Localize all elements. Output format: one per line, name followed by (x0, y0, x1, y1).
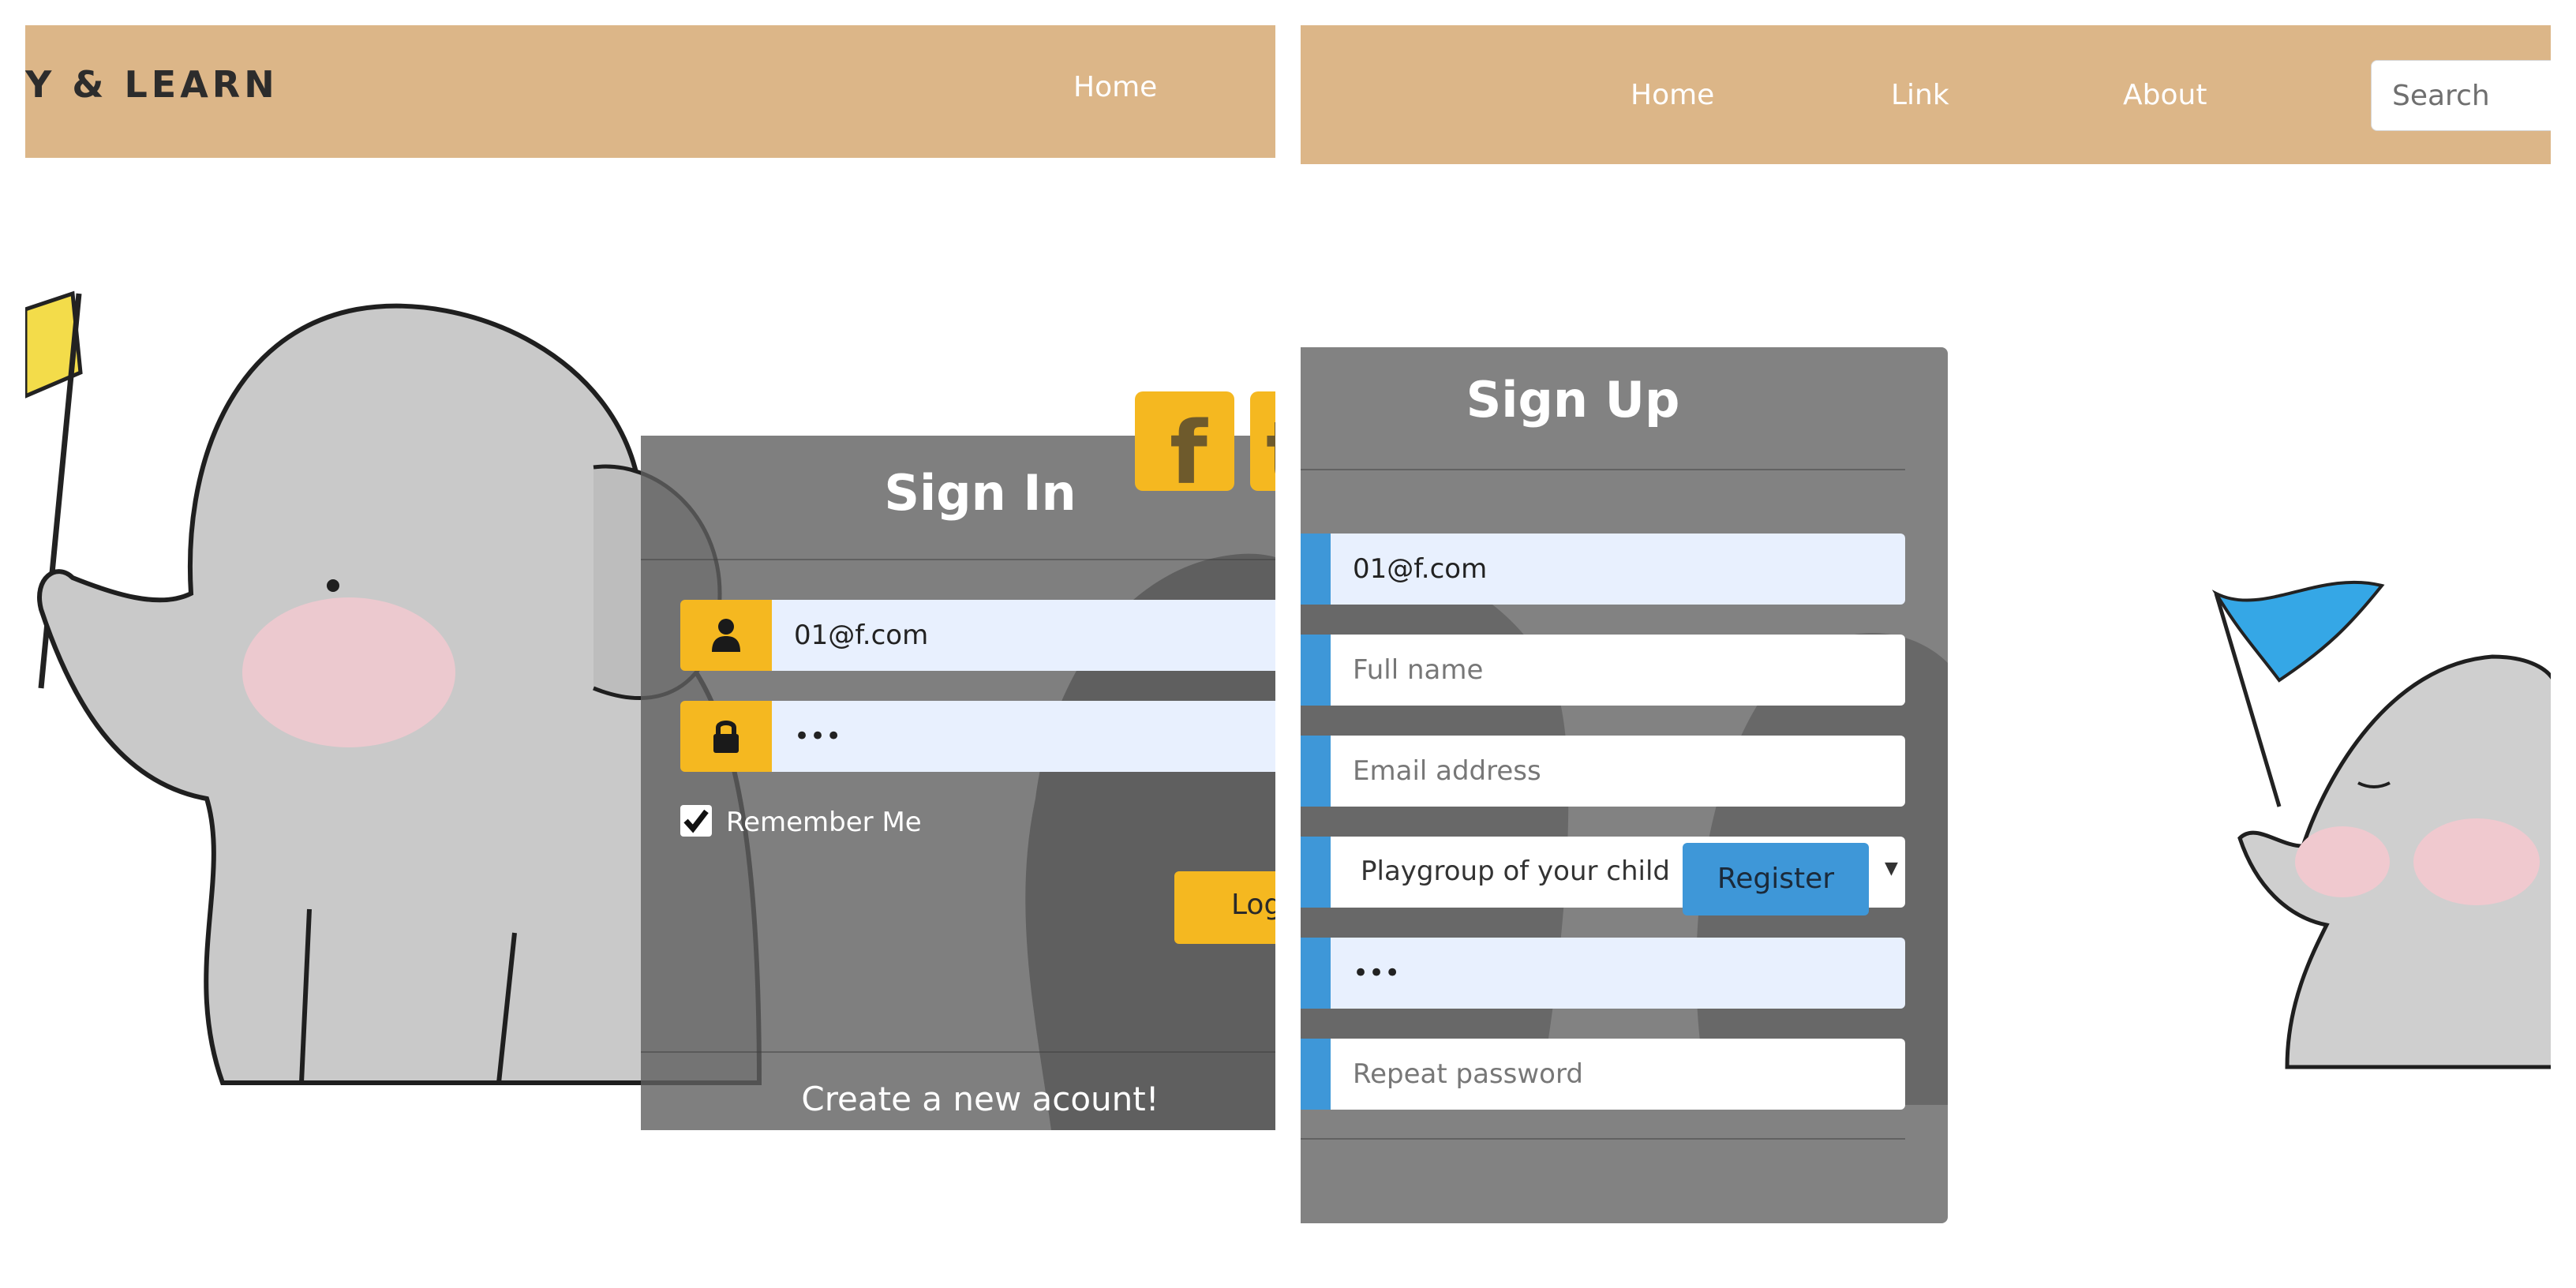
fullname-input[interactable] (1331, 635, 1905, 706)
lock-icon (713, 721, 739, 753)
field-accent (1301, 938, 1331, 1009)
facebook-icon: f (1170, 402, 1208, 504)
password-input[interactable] (772, 701, 1275, 772)
remember-label: Remember Me (726, 807, 922, 838)
playgroup-selected-value: Playgroup of your child (1361, 856, 1671, 887)
field-accent (1301, 837, 1331, 908)
email-addon (680, 600, 772, 671)
signup-card: Sign Up Playgroup of your child ▼ (1301, 347, 1948, 1223)
navbar: Home Link About (1301, 25, 2551, 164)
twitter-button[interactable]: t (1250, 391, 1275, 504)
email-address-input[interactable] (1331, 736, 1905, 807)
nav-about[interactable]: About (2123, 79, 2207, 111)
search-input[interactable] (2371, 60, 2551, 131)
background-elephant (1025, 553, 1275, 1130)
nav-home[interactable]: Home (1073, 71, 1157, 103)
brand-logo[interactable]: Y & LEARN (25, 63, 279, 106)
navbar: Y & LEARN Home (25, 25, 1275, 158)
twitter-icon: t (1266, 402, 1275, 504)
repeat-password-group (1301, 1039, 1905, 1110)
field-accent (1301, 534, 1331, 605)
email-input-group (680, 600, 1275, 671)
checkmark-icon (683, 809, 709, 833)
facebook-button[interactable]: f (1135, 391, 1234, 504)
register-button[interactable]: Register (1683, 843, 1869, 915)
remember-checkbox[interactable] (680, 805, 712, 837)
signup-title: Sign Up (1466, 371, 1680, 429)
create-account-link[interactable]: Create a new acount! (641, 1080, 1275, 1118)
fullname-group (1301, 635, 1905, 706)
field-accent (1301, 635, 1331, 706)
repeat-password-input[interactable] (1331, 1039, 1905, 1110)
signin-card: Sign In Remem (641, 436, 1275, 1130)
nav-link[interactable]: Link (1891, 79, 1949, 111)
email-input[interactable] (772, 600, 1275, 671)
signup-password-input[interactable] (1331, 938, 1905, 1009)
elephant-flag-illustration (2211, 580, 2551, 1069)
header-divider (1301, 469, 1905, 470)
password-addon (680, 701, 772, 772)
dropdown-caret-icon: ▼ (1885, 859, 1898, 878)
signup-screen: Home Link About Sign Up (1301, 25, 2551, 1263)
signup-email-group (1301, 534, 1905, 605)
login-button[interactable]: Logi (1174, 871, 1275, 944)
footer-divider (641, 1051, 1275, 1053)
header-divider (641, 559, 1275, 560)
signup-email-input[interactable] (1331, 534, 1905, 605)
signup-password-group (1301, 938, 1905, 1009)
signin-screen: Y & LEARN Home Sign In 01@f.com Remember… (25, 25, 1275, 1263)
footer-divider (1301, 1138, 1905, 1140)
field-accent (1301, 736, 1331, 807)
user-icon (712, 619, 740, 652)
password-input-group (680, 701, 1275, 772)
email-address-group (1301, 736, 1905, 807)
nav-home[interactable]: Home (1631, 79, 1714, 111)
field-accent (1301, 1039, 1331, 1110)
